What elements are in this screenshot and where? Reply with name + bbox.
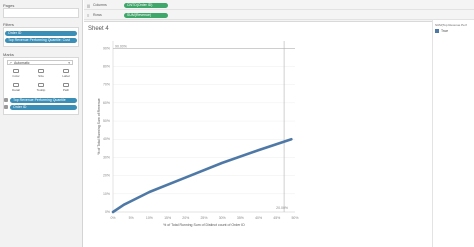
y-tick-label: 30%: [103, 155, 110, 159]
size-button[interactable]: Size: [30, 68, 52, 80]
sheet-title: Sheet 4: [88, 26, 109, 32]
chevron-down-icon: ▾: [68, 61, 70, 65]
chart-area: 0% 10% 20% 30% 40% 50% 60% 70% 80% 90% 0% 5% 10% 15% 2…: [97, 41, 299, 227]
legend-swatch[interactable]: [435, 29, 439, 33]
x-tick-label: 5%: [129, 216, 134, 220]
reference-line-horizontal-label: 90.00%: [115, 44, 127, 48]
x-tick-label: 10%: [146, 216, 153, 220]
x-tick-label: 20%: [182, 216, 189, 220]
reference-line-vertical-label: 20.00%: [276, 206, 288, 210]
columns-pill[interactable]: CNTD(Order ID): [124, 3, 168, 8]
label-label: Label: [62, 74, 70, 78]
y-tick-label: 20%: [103, 174, 110, 178]
shelves-area: ||| Columns CNTD(Order ID) ≡ Rows SUM(Re…: [84, 0, 474, 22]
y-tick-label: 70%: [103, 83, 110, 87]
tooltip-label: Tooltip: [36, 88, 46, 92]
path-button[interactable]: Path: [55, 82, 77, 94]
legend-title: SUM(Top Revenue Perf: [435, 23, 467, 27]
x-tick-label: 45%: [273, 216, 280, 220]
size-label: Size: [38, 74, 44, 78]
detail-button[interactable]: Detail: [5, 82, 27, 94]
rows-icon: ≡: [87, 13, 90, 18]
mark-field-top-revenue[interactable]: Top Revenue Performing Quantile: [10, 97, 77, 103]
color-label: Color: [12, 74, 20, 78]
y-tick-label: 80%: [103, 64, 110, 68]
legend-item-label: True: [441, 28, 449, 33]
label-icon: [63, 69, 69, 73]
y-tick-label: 0%: [105, 210, 110, 214]
y-tick-label: 10%: [103, 192, 110, 196]
cards-panel: Pages Filters Order ID Top Revenue Perfo…: [0, 0, 83, 247]
color-icon: [13, 69, 19, 73]
y-tick-label: 90%: [103, 46, 110, 50]
rows-shelf[interactable]: ≡ Rows SUM(Revenue): [84, 11, 474, 20]
y-tick-label: 50%: [103, 119, 110, 123]
x-tick-label: 35%: [237, 216, 244, 220]
label-button[interactable]: Label: [55, 68, 77, 80]
pages-shelf[interactable]: [3, 8, 79, 18]
mark-type-icon: ↗: [9, 61, 12, 65]
x-tick-label: 50%: [291, 216, 298, 220]
x-tick-label: 40%: [255, 216, 262, 220]
rows-label: Rows: [93, 13, 102, 17]
columns-icon: |||: [87, 3, 91, 8]
x-tick-label: 25%: [200, 216, 207, 220]
y-tick-label: 60%: [103, 101, 110, 105]
detail-label: Detail: [12, 88, 20, 92]
x-tick-label: 0%: [110, 216, 115, 220]
size-icon: [38, 69, 44, 73]
mark-field-order-id[interactable]: Order ID: [10, 104, 77, 110]
detail-icon: [13, 83, 19, 87]
y-tick-label: 40%: [103, 137, 110, 141]
filter-pill-top-revenue[interactable]: Top Revenue Performing Quantile: Cust: [5, 38, 77, 43]
filters-shelf[interactable]: [3, 27, 79, 47]
x-tick-label: 30%: [219, 216, 226, 220]
path-label: Path: [62, 88, 70, 92]
detail-field-icon: [4, 105, 8, 109]
x-tick-label: 15%: [164, 216, 171, 220]
tooltip-button[interactable]: Tooltip: [30, 82, 52, 94]
x-axis-title: % of Total Running Sum of Distinct count…: [163, 223, 245, 227]
columns-label: Columns: [93, 3, 107, 7]
mark-type-dropdown[interactable]: ↗ Automatic ▾: [7, 60, 73, 65]
y-axis-title: % of Total Running Sum of Revenue: [97, 98, 101, 154]
rows-pill[interactable]: SUM(Revenue): [124, 13, 168, 18]
filter-pill-order-id[interactable]: Order ID: [5, 31, 77, 36]
columns-shelf[interactable]: ||| Columns CNTD(Order ID): [84, 1, 474, 10]
legend-panel: SUM(Top Revenue Perf True: [432, 20, 474, 247]
color-field-icon: [4, 98, 8, 102]
mark-type-value: Automatic: [14, 61, 30, 65]
path-icon: [63, 83, 69, 87]
tooltip-icon: [38, 83, 44, 87]
color-button[interactable]: Color: [5, 68, 27, 80]
